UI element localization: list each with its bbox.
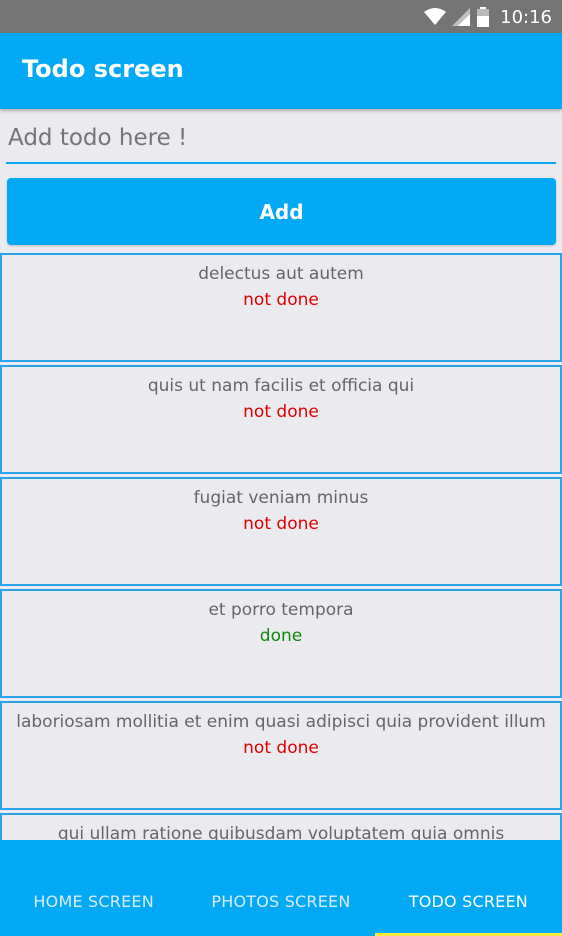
todo-item[interactable]: quis ut nam facilis et officia qui not do… (0, 365, 562, 474)
todo-title: delectus aut autem (198, 264, 364, 284)
todo-title: quis ut nam facilis et officia qui (147, 376, 415, 396)
tab-label: PHOTOS SCREEN (211, 892, 351, 911)
todo-title: fugiat veniam minus (193, 488, 369, 508)
todo-list[interactable]: delectus aut autem not done quis ut nam fa… (0, 253, 562, 840)
tab-todo-screen[interactable]: TODO SCREEN (374, 840, 562, 936)
todo-status: done (259, 626, 303, 646)
todo-title: qui ullam ratione quibusdam voluptatem q… (57, 824, 505, 840)
todo-input[interactable] (6, 118, 556, 158)
signal-icon (452, 8, 471, 26)
tab-photos-screen[interactable]: PHOTOS SCREEN (187, 840, 374, 936)
todo-status: not done (243, 402, 319, 422)
todo-status: not done (243, 514, 319, 534)
todo-title: et porro tempora (208, 600, 354, 620)
tab-home-screen[interactable]: HOME SCREEN (0, 840, 187, 936)
status-icons: 10:16 (424, 6, 552, 28)
todo-item[interactable]: qui ullam ratione quibusdam voluptatem q… (0, 813, 562, 840)
todo-item[interactable]: fugiat veniam minus not done (0, 477, 562, 586)
page-title: Todo screen (22, 55, 184, 83)
todo-title: laboriosam mollitia et enim quasi adipis… (16, 712, 546, 732)
battery-icon (477, 7, 490, 27)
todo-status: not done (243, 738, 319, 758)
todo-item[interactable]: laboriosam mollitia et enim quasi adipis… (0, 701, 562, 810)
todo-status: not done (243, 290, 319, 310)
status-bar: 10:16 (0, 0, 562, 33)
tab-label: TODO SCREEN (408, 892, 528, 911)
todo-input-container (6, 118, 556, 164)
todo-item[interactable]: delectus aut autem not done (0, 253, 562, 362)
todo-item[interactable]: et porro tempora done (0, 589, 562, 698)
bottom-nav: HOME SCREEN PHOTOS SCREEN TODO SCREEN (0, 840, 562, 936)
status-time: 10:16 (500, 6, 552, 28)
add-button[interactable]: Add (7, 178, 556, 245)
tab-label: HOME SCREEN (33, 892, 154, 911)
wifi-icon (424, 8, 447, 25)
app-bar: Todo screen (0, 33, 562, 109)
